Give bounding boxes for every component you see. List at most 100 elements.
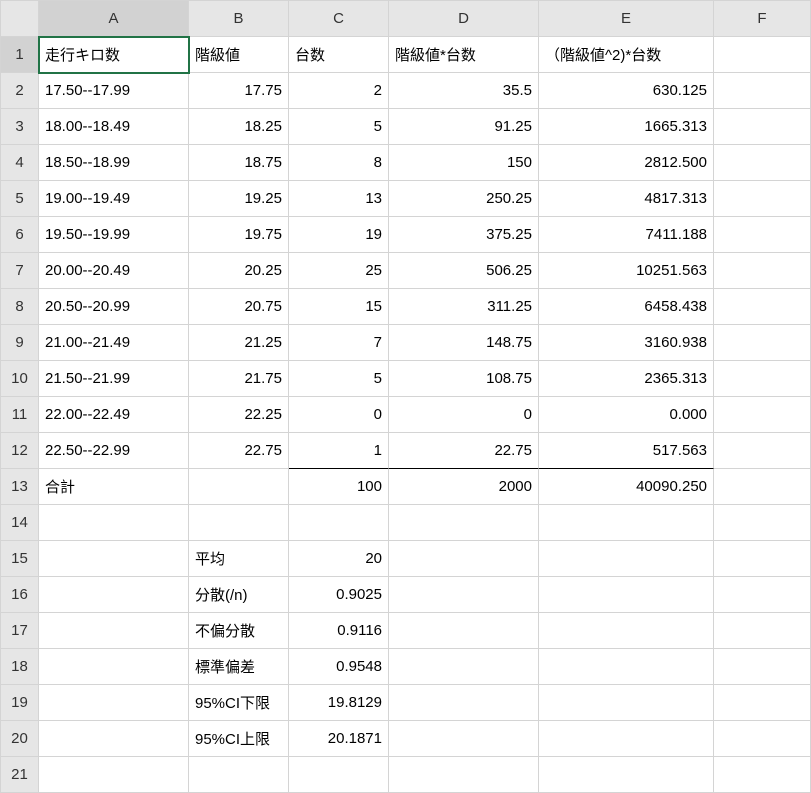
col-header-F[interactable]: F [714, 1, 811, 37]
cell-B7[interactable]: 20.25 [189, 253, 289, 289]
row-header-2[interactable]: 2 [1, 73, 39, 109]
select-all-corner[interactable] [1, 1, 39, 37]
cell-D20[interactable] [389, 721, 539, 757]
cell-D12[interactable]: 22.75 [389, 433, 539, 469]
cell-A7[interactable]: 20.00--20.49 [39, 253, 189, 289]
cell-E21[interactable] [539, 757, 714, 793]
cell-B17[interactable]: 不偏分散 [189, 613, 289, 649]
cell-A17[interactable] [39, 613, 189, 649]
row-header-19[interactable]: 19 [1, 685, 39, 721]
cell-F16[interactable] [714, 577, 811, 613]
row-header-3[interactable]: 3 [1, 109, 39, 145]
cell-F10[interactable] [714, 361, 811, 397]
col-header-B[interactable]: B [189, 1, 289, 37]
cell-B10[interactable]: 21.75 [189, 361, 289, 397]
cell-A11[interactable]: 22.00--22.49 [39, 397, 189, 433]
row-header-15[interactable]: 15 [1, 541, 39, 577]
cell-A10[interactable]: 21.50--21.99 [39, 361, 189, 397]
cell-D18[interactable] [389, 649, 539, 685]
cell-F17[interactable] [714, 613, 811, 649]
cell-A4[interactable]: 18.50--18.99 [39, 145, 189, 181]
cell-E2[interactable]: 630.125 [539, 73, 714, 109]
cell-A1[interactable]: 走行キロ数 [39, 37, 189, 73]
cell-F4[interactable] [714, 145, 811, 181]
cell-C1[interactable]: 台数 [289, 37, 389, 73]
cell-E17[interactable] [539, 613, 714, 649]
cell-C14[interactable] [289, 505, 389, 541]
cell-D11[interactable]: 0 [389, 397, 539, 433]
cell-F18[interactable] [714, 649, 811, 685]
row-header-8[interactable]: 8 [1, 289, 39, 325]
cell-F5[interactable] [714, 181, 811, 217]
cell-B1[interactable]: 階級値 [189, 37, 289, 73]
cell-C13[interactable]: 100 [289, 469, 389, 505]
row-header-6[interactable]: 6 [1, 217, 39, 253]
row-header-11[interactable]: 11 [1, 397, 39, 433]
cell-A18[interactable] [39, 649, 189, 685]
cell-D16[interactable] [389, 577, 539, 613]
cell-D9[interactable]: 148.75 [389, 325, 539, 361]
cell-D10[interactable]: 108.75 [389, 361, 539, 397]
col-header-D[interactable]: D [389, 1, 539, 37]
row-header-9[interactable]: 9 [1, 325, 39, 361]
cell-E16[interactable] [539, 577, 714, 613]
cell-A12[interactable]: 22.50--22.99 [39, 433, 189, 469]
cell-D21[interactable] [389, 757, 539, 793]
cell-D13[interactable]: 2000 [389, 469, 539, 505]
row-header-14[interactable]: 14 [1, 505, 39, 541]
cell-D2[interactable]: 35.5 [389, 73, 539, 109]
cell-F8[interactable] [714, 289, 811, 325]
cell-B4[interactable]: 18.75 [189, 145, 289, 181]
cell-C17[interactable]: 0.9116 [289, 613, 389, 649]
row-header-4[interactable]: 4 [1, 145, 39, 181]
row-header-17[interactable]: 17 [1, 613, 39, 649]
cell-B21[interactable] [189, 757, 289, 793]
cell-B20[interactable]: 95%CI上限 [189, 721, 289, 757]
cell-E13[interactable]: 40090.250 [539, 469, 714, 505]
cell-F9[interactable] [714, 325, 811, 361]
cell-B15[interactable]: 平均 [189, 541, 289, 577]
cell-F19[interactable] [714, 685, 811, 721]
cell-C5[interactable]: 13 [289, 181, 389, 217]
cell-D19[interactable] [389, 685, 539, 721]
cell-F6[interactable] [714, 217, 811, 253]
cell-A5[interactable]: 19.00--19.49 [39, 181, 189, 217]
cell-A8[interactable]: 20.50--20.99 [39, 289, 189, 325]
cell-C7[interactable]: 25 [289, 253, 389, 289]
cell-E9[interactable]: 3160.938 [539, 325, 714, 361]
row-header-1[interactable]: 1 [1, 37, 39, 73]
cell-C2[interactable]: 2 [289, 73, 389, 109]
cell-F13[interactable] [714, 469, 811, 505]
row-header-7[interactable]: 7 [1, 253, 39, 289]
spreadsheet-grid[interactable]: A B C D E F 1 走行キロ数 階級値 台数 階級値*台数 （階級値^2… [0, 0, 811, 793]
cell-E4[interactable]: 2812.500 [539, 145, 714, 181]
cell-B14[interactable] [189, 505, 289, 541]
col-header-C[interactable]: C [289, 1, 389, 37]
cell-E3[interactable]: 1665.313 [539, 109, 714, 145]
cell-C20[interactable]: 20.1871 [289, 721, 389, 757]
cell-F15[interactable] [714, 541, 811, 577]
cell-D14[interactable] [389, 505, 539, 541]
col-header-A[interactable]: A [39, 1, 189, 37]
cell-E7[interactable]: 10251.563 [539, 253, 714, 289]
row-header-12[interactable]: 12 [1, 433, 39, 469]
cell-E14[interactable] [539, 505, 714, 541]
cell-D8[interactable]: 311.25 [389, 289, 539, 325]
cell-A13[interactable]: 合計 [39, 469, 189, 505]
cell-E12[interactable]: 517.563 [539, 433, 714, 469]
cell-A14[interactable] [39, 505, 189, 541]
cell-C18[interactable]: 0.9548 [289, 649, 389, 685]
cell-D6[interactable]: 375.25 [389, 217, 539, 253]
row-header-13[interactable]: 13 [1, 469, 39, 505]
cell-F20[interactable] [714, 721, 811, 757]
row-header-10[interactable]: 10 [1, 361, 39, 397]
cell-E8[interactable]: 6458.438 [539, 289, 714, 325]
cell-B19[interactable]: 95%CI下限 [189, 685, 289, 721]
cell-B6[interactable]: 19.75 [189, 217, 289, 253]
cell-F21[interactable] [714, 757, 811, 793]
cell-B3[interactable]: 18.25 [189, 109, 289, 145]
cell-A6[interactable]: 19.50--19.99 [39, 217, 189, 253]
cell-A15[interactable] [39, 541, 189, 577]
cell-B2[interactable]: 17.75 [189, 73, 289, 109]
row-header-16[interactable]: 16 [1, 577, 39, 613]
